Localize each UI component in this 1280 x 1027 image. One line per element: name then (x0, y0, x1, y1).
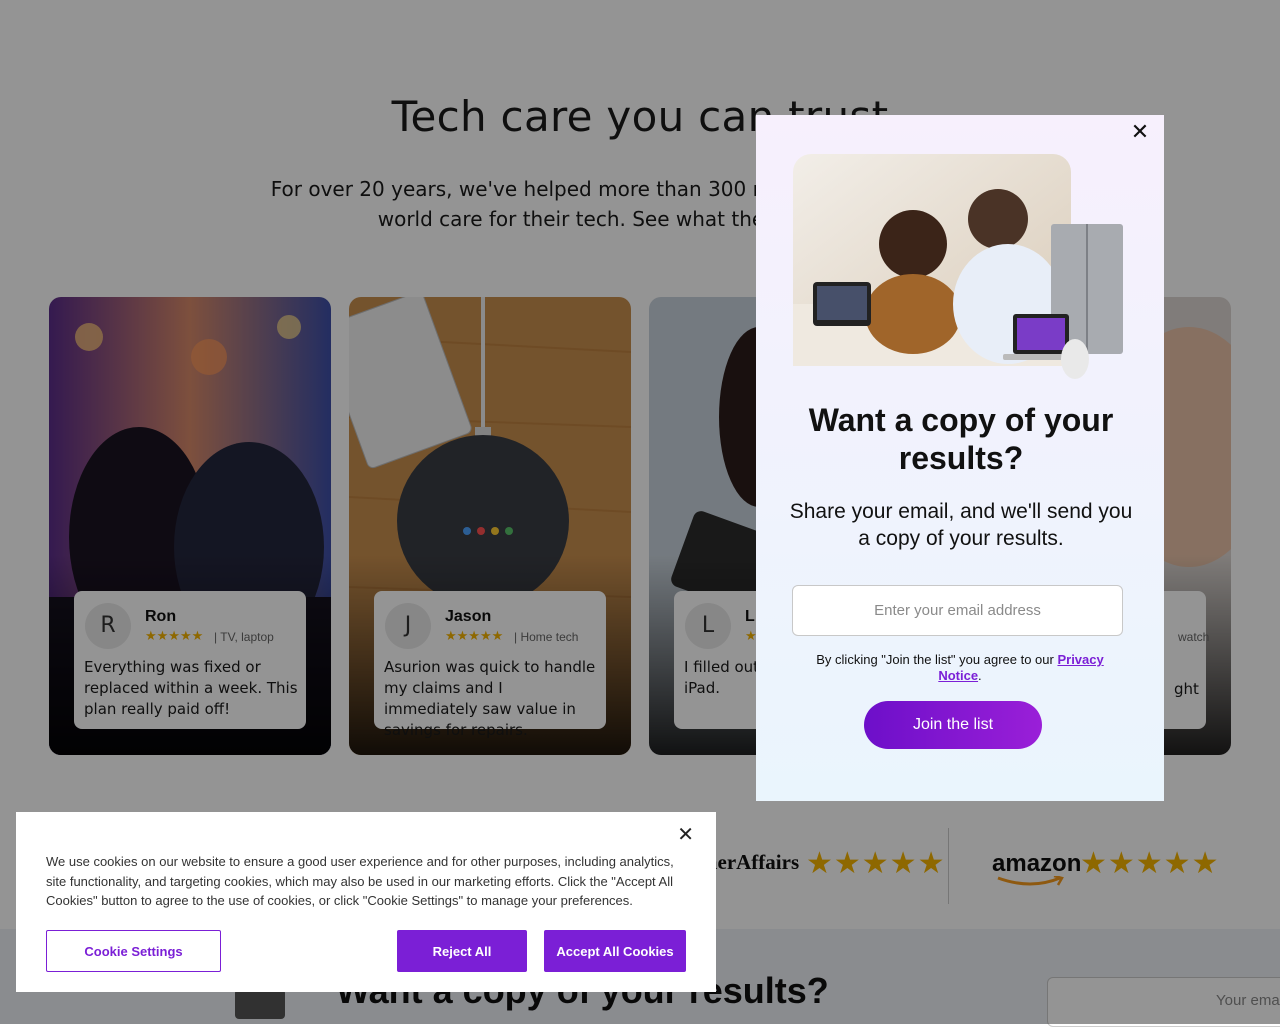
cookie-settings-button[interactable]: Cookie Settings (46, 930, 221, 972)
reject-all-button[interactable]: Reject All (397, 930, 527, 972)
accept-all-cookies-button[interactable]: Accept All Cookies (544, 930, 686, 972)
legal-text: By clicking "Join the list" you agree to… (816, 652, 1054, 667)
legal-suffix: . (978, 668, 982, 683)
cookie-text: We use cookies on our website to ensure … (46, 854, 674, 908)
cookie-banner: ✕ We use cookies on our website to ensur… (16, 812, 716, 992)
close-icon[interactable]: ✕ (677, 822, 694, 846)
modal-subtitle: Share your email, and we'll send you a c… (789, 500, 1133, 550)
email-input[interactable] (792, 585, 1123, 636)
join-list-button[interactable]: Join the list (864, 701, 1042, 749)
legal-notice: By clicking "Join the list" you agree to… (816, 652, 1104, 684)
modal-hero-image (793, 154, 1123, 379)
modal-title: Want a copy of your results? (808, 402, 1114, 476)
email-capture-modal: ✕ Want a copy of your results? Share you… (756, 115, 1164, 801)
close-icon[interactable]: ✕ (1128, 121, 1152, 145)
